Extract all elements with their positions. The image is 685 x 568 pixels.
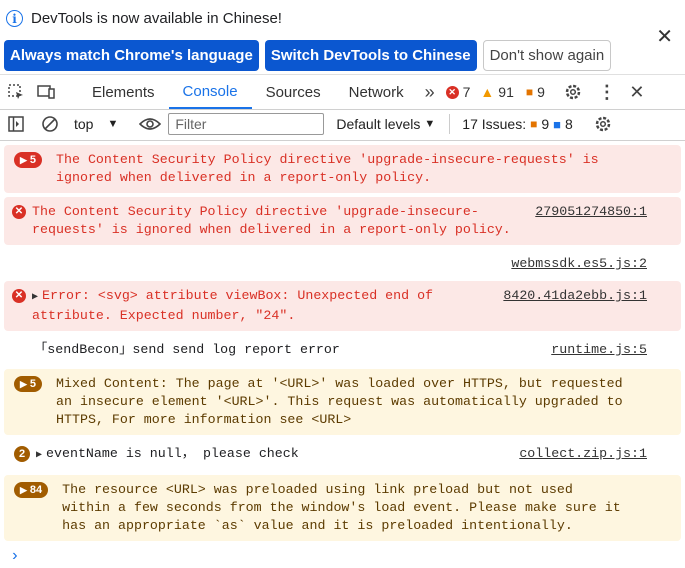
message-text: The resource <URL> was preloaded using l… bbox=[62, 481, 621, 535]
context-select[interactable]: top ▼ bbox=[74, 116, 118, 132]
repeat-count-badge: 2 bbox=[14, 446, 30, 462]
console-toolbar: top ▼ Filter Default levels ▼ 17 Issues:… bbox=[0, 108, 685, 141]
repeat-count-badge: ▶ 84 bbox=[14, 482, 49, 498]
close-icon[interactable]: ✕ bbox=[656, 24, 673, 49]
console-message[interactable]: webmssdk.es5.js:2 bbox=[4, 249, 681, 277]
warning-count: 91 bbox=[498, 84, 514, 100]
gear-icon[interactable] bbox=[561, 80, 585, 104]
repeat-count: 5 bbox=[29, 154, 37, 166]
error-icon: ✕ bbox=[12, 205, 26, 219]
clear-console-icon[interactable] bbox=[38, 112, 62, 136]
message-line: Mixed Content: The page at '<URL>' was l… bbox=[56, 376, 623, 391]
infobar-text: DevTools is now available in Chinese! bbox=[31, 10, 282, 27]
log-levels-value: Default levels bbox=[336, 116, 421, 132]
message-line: an insecure element '<URL>'. This reques… bbox=[56, 394, 623, 409]
match-language-button[interactable]: Always match Chrome's language bbox=[4, 40, 259, 71]
message-line: Error: <svg> attribute viewBox: Unexpect… bbox=[42, 288, 434, 303]
language-infobar: i DevTools is now available in Chinese! … bbox=[0, 0, 685, 74]
issues-label: 17 Issues: bbox=[462, 116, 527, 132]
tab-network[interactable]: Network bbox=[335, 75, 418, 109]
message-line: within a few seconds from the window's l… bbox=[62, 500, 621, 515]
console-message[interactable]: ✕ ▶ Error: <svg> attribute viewBox: Unexp… bbox=[4, 281, 681, 331]
console-message[interactable]: ✕ The Content Security Policy directive … bbox=[4, 197, 681, 245]
error-count: 7 bbox=[462, 84, 471, 100]
inspect-element-icon[interactable] bbox=[4, 80, 28, 104]
context-value: top bbox=[74, 116, 94, 132]
message-text: The Content Security Policy directive 'u… bbox=[56, 151, 599, 187]
chevron-down-icon: ▼ bbox=[424, 118, 436, 130]
more-tabs-icon[interactable]: » bbox=[418, 80, 442, 104]
message-line: HTTPS, For more information see <URL> bbox=[56, 412, 352, 427]
source-link[interactable]: webmssdk.es5.js:2 bbox=[511, 255, 647, 273]
filter-input[interactable]: Filter bbox=[168, 113, 325, 135]
issue-warn-icon: ■ bbox=[530, 117, 538, 131]
warning-count-icon: ▲ bbox=[480, 84, 495, 100]
chevron-down-icon: ▼ bbox=[107, 118, 119, 130]
console-message[interactable]: ▶ 5 The Content Security Policy directive… bbox=[4, 145, 681, 193]
console-message[interactable]: ▶ 84 The resource <URL> was preloaded usi… bbox=[4, 475, 681, 541]
expand-triangle-icon[interactable]: ▶ bbox=[32, 292, 38, 303]
repeat-count-badge: ▶ 5 bbox=[14, 152, 43, 168]
devtools-tabbar: Elements Console Sources Network » ✕ 7 ▲… bbox=[0, 74, 685, 110]
log-levels-select[interactable]: Default levels ▼ bbox=[336, 116, 435, 132]
message-line: The resource <URL> was preloaded using l… bbox=[62, 482, 573, 497]
console-message[interactable]: ▶ 5 Mixed Content: The page at '<URL>' wa… bbox=[4, 369, 681, 435]
dont-show-button[interactable]: Don't show again bbox=[482, 40, 612, 71]
divider bbox=[449, 114, 451, 134]
issue-counts[interactable]: ✕ 7 ▲ 91 ■ 9 bbox=[445, 84, 545, 100]
message-line: has an appropriate `as` value and it is … bbox=[62, 518, 573, 533]
device-toolbar-icon[interactable] bbox=[34, 80, 58, 104]
console-prompt[interactable]: › bbox=[10, 547, 685, 565]
source-link[interactable]: runtime.js:5 bbox=[551, 341, 647, 359]
issues-warn-count: 9 bbox=[541, 116, 550, 132]
expand-triangle-icon[interactable]: ▶ bbox=[36, 450, 42, 461]
message-text: Mixed Content: The page at '<URL>' was l… bbox=[56, 375, 623, 429]
expand-triangle-icon: ▶ bbox=[20, 485, 27, 495]
tab-console[interactable]: Console bbox=[168, 75, 252, 109]
tab-elements[interactable]: Elements bbox=[78, 75, 169, 109]
source-link[interactable]: collect.zip.js:1 bbox=[519, 445, 647, 463]
message-line: ignored when delivered in a report-only … bbox=[56, 170, 432, 185]
repeat-count: 84 bbox=[29, 484, 43, 496]
message-line: The Content Security Policy directive 'u… bbox=[56, 152, 599, 167]
message-line: 「sendBecon」send send log report error bbox=[34, 342, 340, 357]
repeat-count-badge: ▶ 5 bbox=[14, 376, 43, 392]
message-line: attribute. Expected number, "24". bbox=[32, 308, 296, 323]
error-count-icon: ✕ bbox=[445, 85, 459, 99]
expand-triangle-icon: ▶ bbox=[20, 155, 27, 165]
kebab-menu-icon[interactable]: ⋮ bbox=[595, 80, 619, 104]
repeat-count: 5 bbox=[29, 378, 37, 390]
source-link[interactable]: 279051274850:1 bbox=[535, 203, 647, 221]
error-icon: ✕ bbox=[12, 289, 26, 303]
message-line: requests' is ignored when delivered in a… bbox=[32, 222, 511, 237]
switch-chinese-button[interactable]: Switch DevTools to Chinese bbox=[264, 40, 477, 71]
console-settings-gear-icon[interactable] bbox=[591, 112, 615, 136]
close-devtools-icon[interactable]: ✕ bbox=[625, 80, 649, 104]
console-message[interactable]: 「sendBecon」send send log report error ru… bbox=[4, 335, 681, 365]
issue-flag-icon: ■ bbox=[525, 85, 534, 99]
eye-icon[interactable] bbox=[138, 112, 162, 136]
infobar-message: i DevTools is now available in Chinese! bbox=[6, 10, 282, 27]
message-text: ▶ Error: <svg> attribute viewBox: Unexpec… bbox=[32, 287, 433, 325]
console-message[interactable]: 2 ▶ eventName is null， please check collec… bbox=[4, 439, 681, 471]
message-line: eventName is null， please check bbox=[46, 446, 299, 461]
message-text: The Content Security Policy directive 'u… bbox=[32, 203, 511, 239]
issues-button[interactable]: 17 Issues: ■ 9 ■ 8 bbox=[462, 116, 573, 132]
source-link[interactable]: 8420.41da2ebb.js:1 bbox=[503, 287, 647, 305]
info-icon: i bbox=[6, 10, 23, 27]
message-line: The Content Security Policy directive 'u… bbox=[32, 204, 479, 219]
issues-info-count: 8 bbox=[565, 116, 573, 132]
issue-count: 9 bbox=[537, 84, 545, 100]
issue-info-icon: ■ bbox=[553, 116, 562, 132]
tab-sources[interactable]: Sources bbox=[252, 75, 335, 109]
expand-triangle-icon: ▶ bbox=[20, 379, 27, 389]
console-messages: ▶ 5 The Content Security Policy directive… bbox=[0, 141, 685, 565]
sidebar-toggle-icon[interactable] bbox=[4, 112, 28, 136]
